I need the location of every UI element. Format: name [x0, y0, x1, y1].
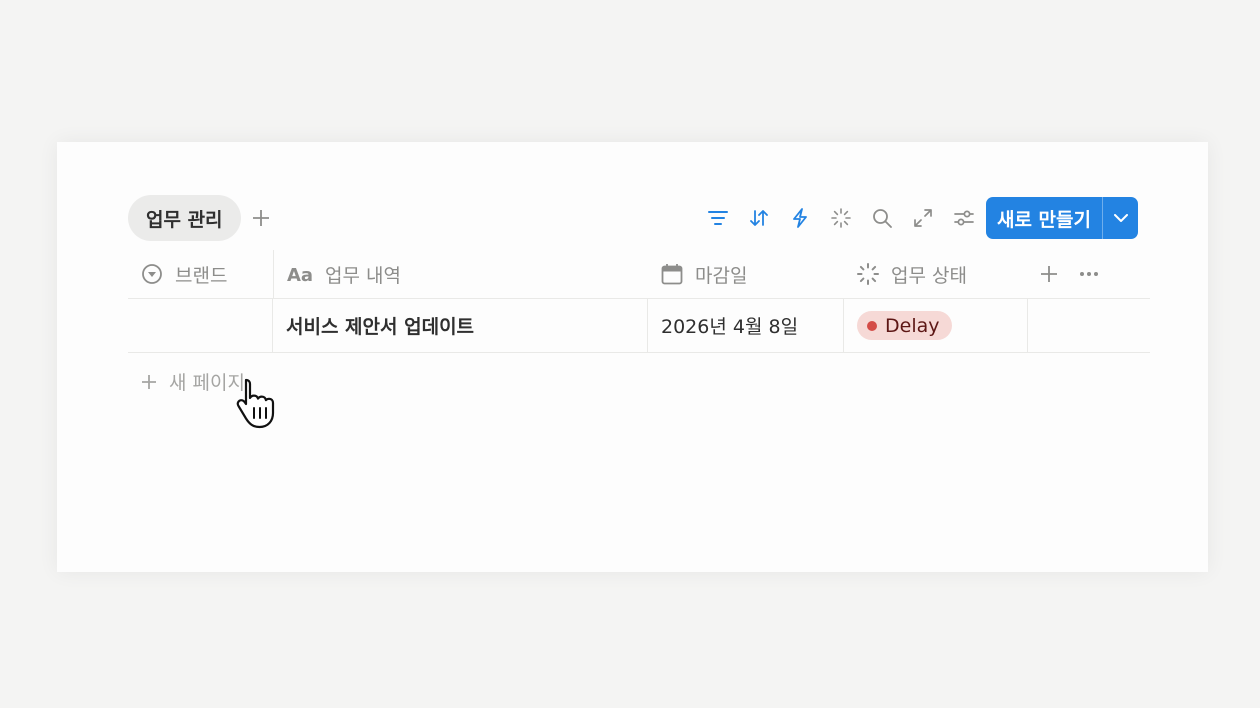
status-label: Delay [885, 314, 940, 337]
column-header-brand[interactable]: 브랜드 [128, 250, 273, 298]
ai-button[interactable] [820, 198, 861, 238]
column-header-due-date[interactable]: 마감일 [648, 250, 844, 298]
status-icon [857, 263, 879, 285]
more-options-button[interactable] [1078, 263, 1100, 285]
database-view: 업무 관리 새로 만들기 브랜드 Aa 업무 내역 마감일 업무 상태 서비스 … [57, 142, 1208, 572]
new-page-button[interactable]: 새 페이지 [141, 368, 245, 395]
empty-cell [1028, 299, 1150, 352]
column-header-actions [1028, 250, 1150, 298]
database-table: 브랜드 Aa 업무 내역 마감일 업무 상태 서비스 제안서 업데이트 2026… [128, 250, 1150, 353]
view-toolbar [697, 198, 984, 238]
view-tab-active[interactable]: 업무 관리 [128, 195, 241, 241]
settings-sliders-icon [953, 210, 974, 226]
task-cell[interactable]: 서비스 제안서 업데이트 [273, 299, 648, 352]
title-text-icon: Aa [287, 263, 313, 285]
column-header-label: 업무 상태 [891, 264, 967, 287]
search-icon [872, 209, 892, 228]
column-header-label: 브랜드 [175, 264, 228, 287]
plus-icon [142, 374, 156, 389]
due-date-cell[interactable]: 2026년 4월 8일 [648, 299, 844, 352]
status-cell[interactable]: Delay [844, 299, 1028, 352]
automation-icon [792, 208, 807, 228]
hand-pointer-cursor-icon [236, 378, 275, 429]
select-icon [141, 263, 163, 285]
new-button-label[interactable]: 새로 만들기 [986, 197, 1103, 239]
new-button-dropdown[interactable] [1103, 197, 1138, 239]
add-property-button[interactable] [1038, 263, 1060, 285]
plus-icon [1041, 266, 1057, 282]
plus-icon [253, 210, 269, 226]
ai-sparkle-icon [830, 208, 851, 228]
automation-button[interactable] [779, 198, 820, 238]
view-tab-label: 업무 관리 [146, 208, 223, 231]
chevron-down-icon [1113, 213, 1128, 222]
status-badge: Delay [857, 311, 952, 340]
filter-icon [707, 211, 728, 225]
expand-icon [913, 209, 932, 227]
new-button[interactable]: 새로 만들기 [986, 197, 1138, 239]
expand-button[interactable] [902, 198, 943, 238]
calendar-icon [661, 263, 683, 285]
table-header: 브랜드 Aa 업무 내역 마감일 업무 상태 [128, 250, 1150, 299]
column-header-label: 마감일 [695, 264, 748, 287]
add-view-button[interactable] [247, 204, 275, 232]
sort-icon [749, 210, 768, 226]
column-header-label: 업무 내역 [325, 264, 401, 287]
svg-text:Aa: Aa [287, 265, 313, 284]
search-button[interactable] [861, 198, 902, 238]
column-header-status[interactable]: 업무 상태 [844, 250, 1028, 298]
filter-button[interactable] [697, 198, 738, 238]
status-dot [867, 320, 877, 331]
view-settings-button[interactable] [943, 198, 984, 238]
more-horizontal-icon [1080, 272, 1098, 276]
column-header-task[interactable]: Aa 업무 내역 [273, 250, 648, 298]
brand-cell[interactable] [128, 299, 273, 352]
sort-button[interactable] [738, 198, 779, 238]
table-row[interactable]: 서비스 제안서 업데이트 2026년 4월 8일 Delay [128, 299, 1150, 353]
